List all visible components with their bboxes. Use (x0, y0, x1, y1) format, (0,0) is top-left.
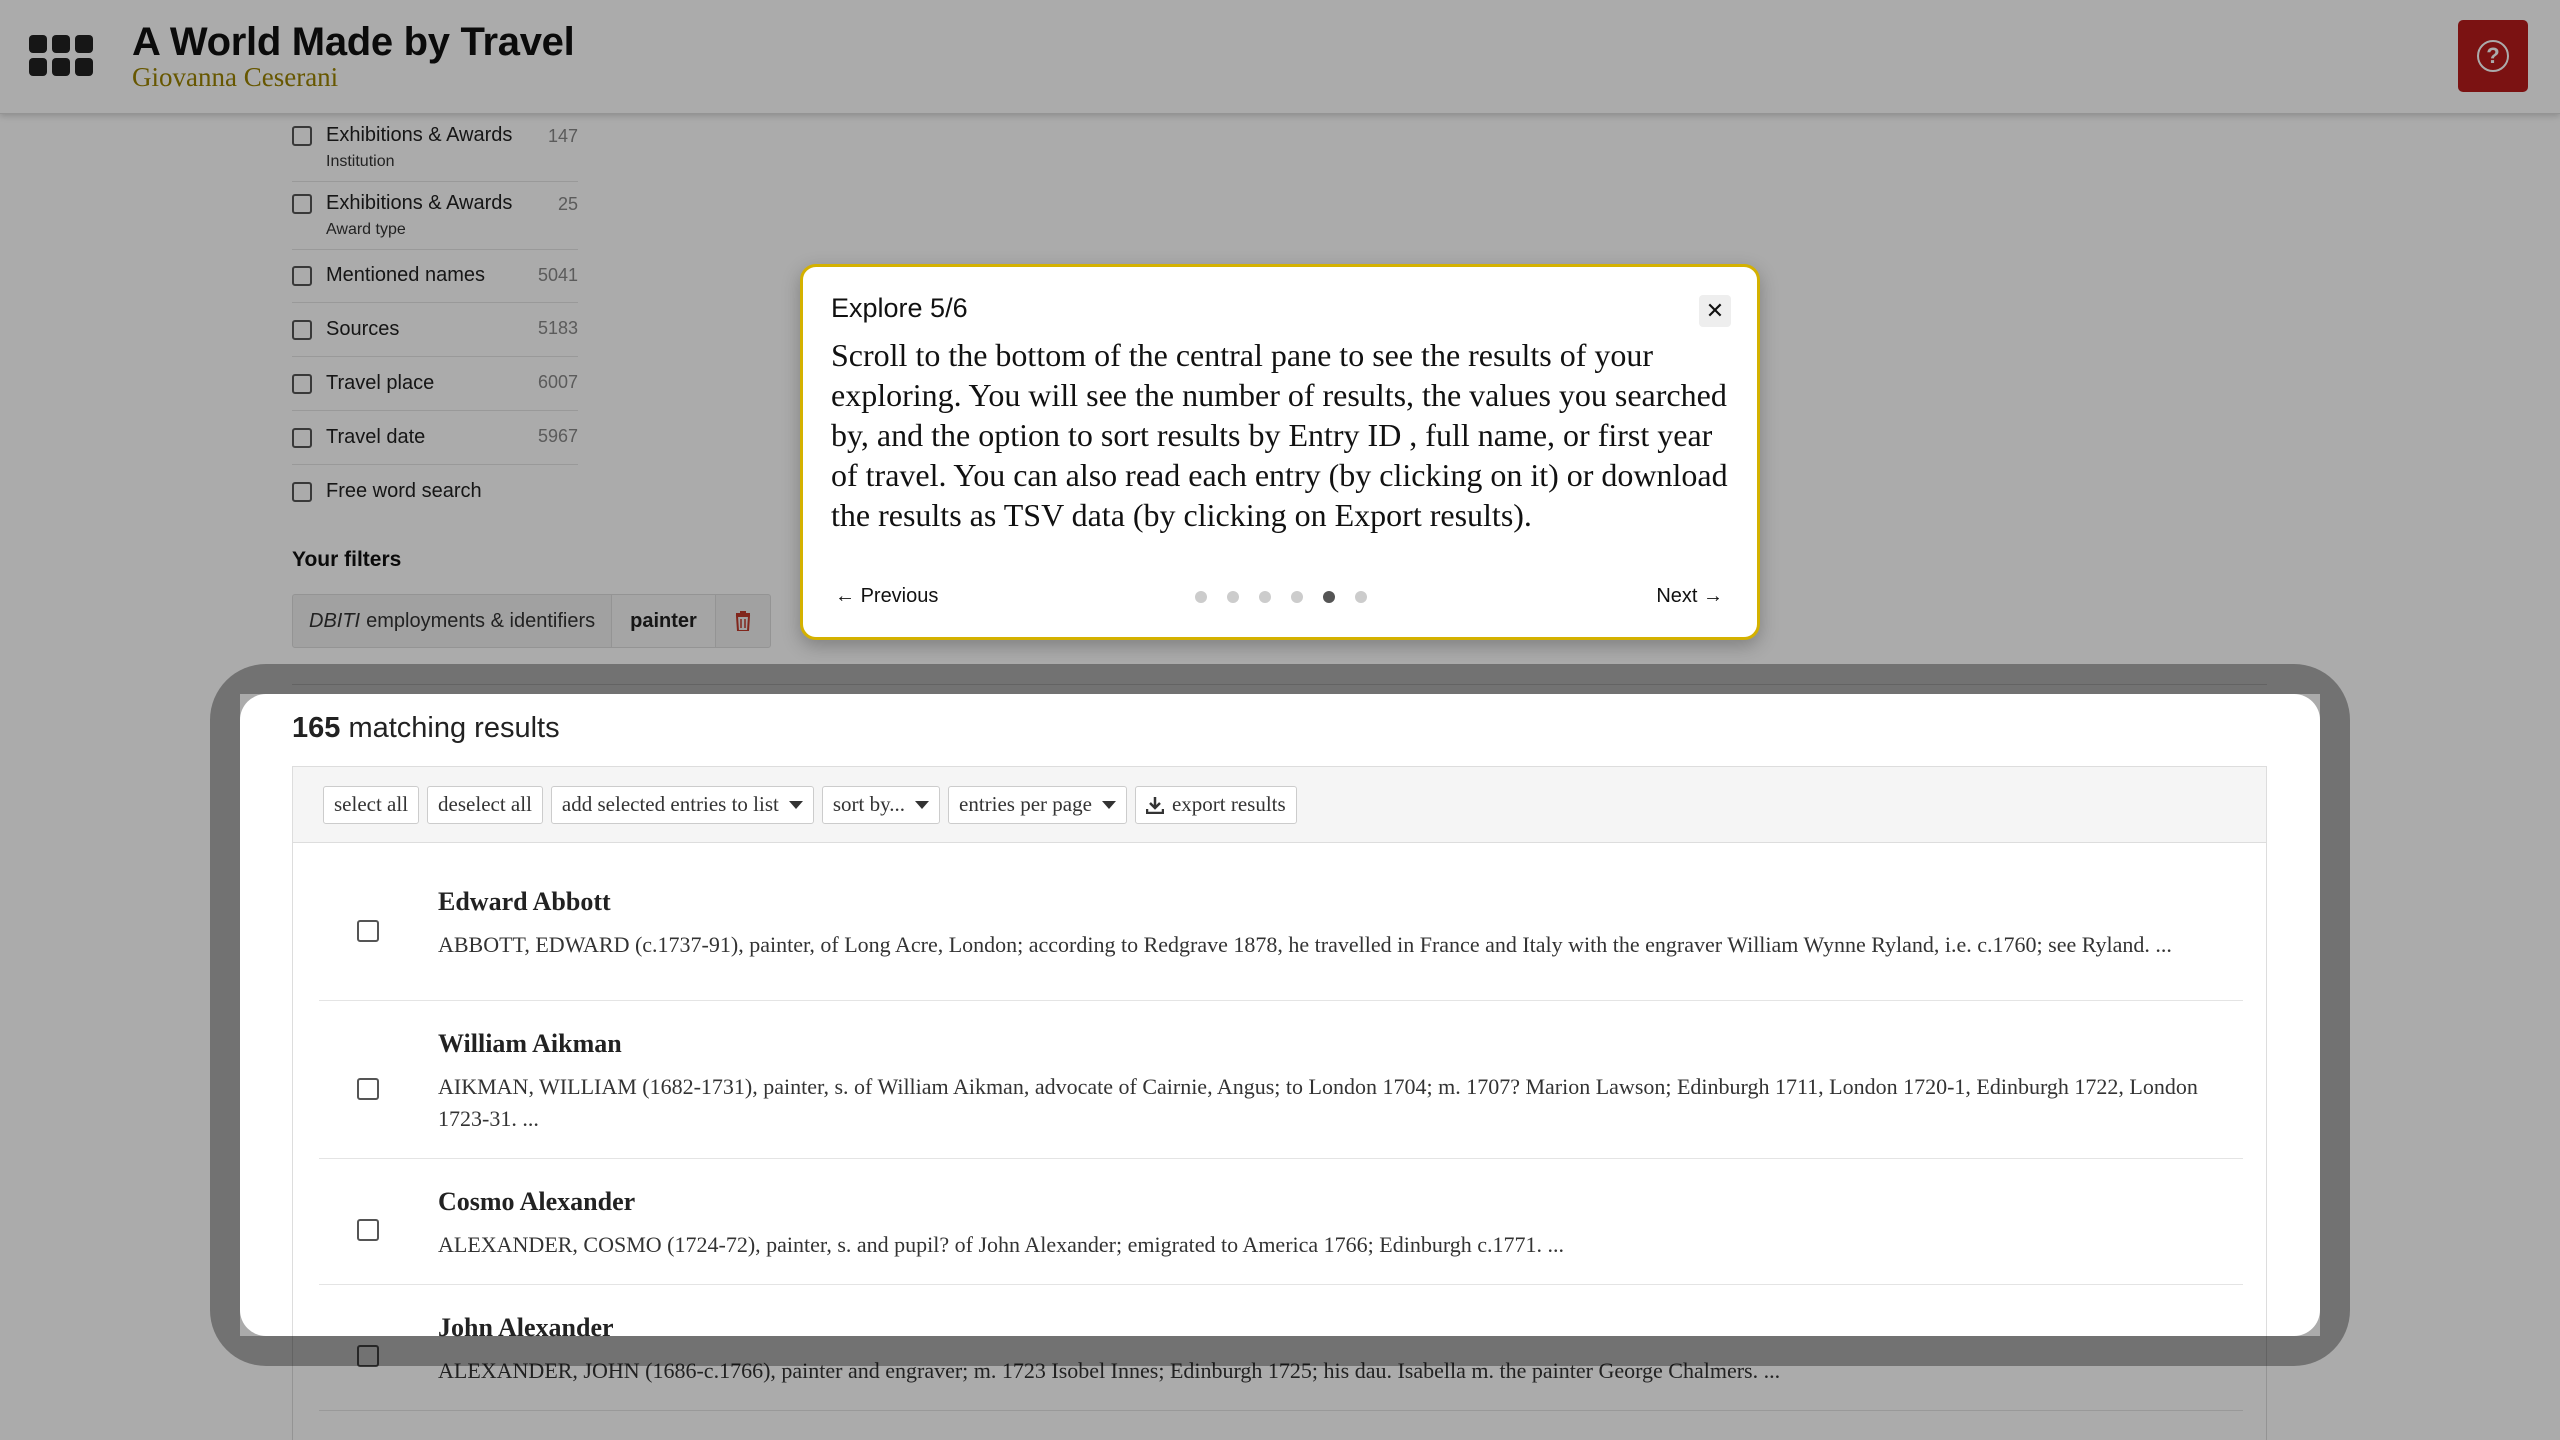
tour-step-dots (1195, 591, 1367, 603)
step-dot[interactable] (1259, 591, 1271, 603)
tour-overlay (0, 1336, 2560, 1440)
close-icon[interactable]: ✕ (1699, 295, 1731, 327)
tour-popover: Explore 5/6 ✕ Scroll to the bottom of th… (800, 264, 1760, 640)
tour-overlay (2320, 694, 2560, 1336)
step-dot-active[interactable] (1323, 591, 1335, 603)
arrow-left-icon: ← (835, 585, 855, 607)
tour-spotlight (240, 694, 2320, 1336)
tour-overlay (0, 694, 240, 1336)
next-button[interactable]: Next → (1656, 585, 1723, 608)
step-dot[interactable] (1195, 591, 1207, 603)
next-label: Next (1656, 585, 1698, 607)
previous-button[interactable]: ← Previous (835, 585, 938, 608)
tour-body: Scroll to the bottom of the central pane… (831, 337, 1728, 533)
tour-title: Explore 5/6 (831, 293, 968, 323)
step-dot[interactable] (1355, 591, 1367, 603)
step-dot[interactable] (1291, 591, 1303, 603)
previous-label: Previous (860, 585, 939, 607)
arrow-right-icon: → (1703, 585, 1723, 607)
step-dot[interactable] (1227, 591, 1239, 603)
